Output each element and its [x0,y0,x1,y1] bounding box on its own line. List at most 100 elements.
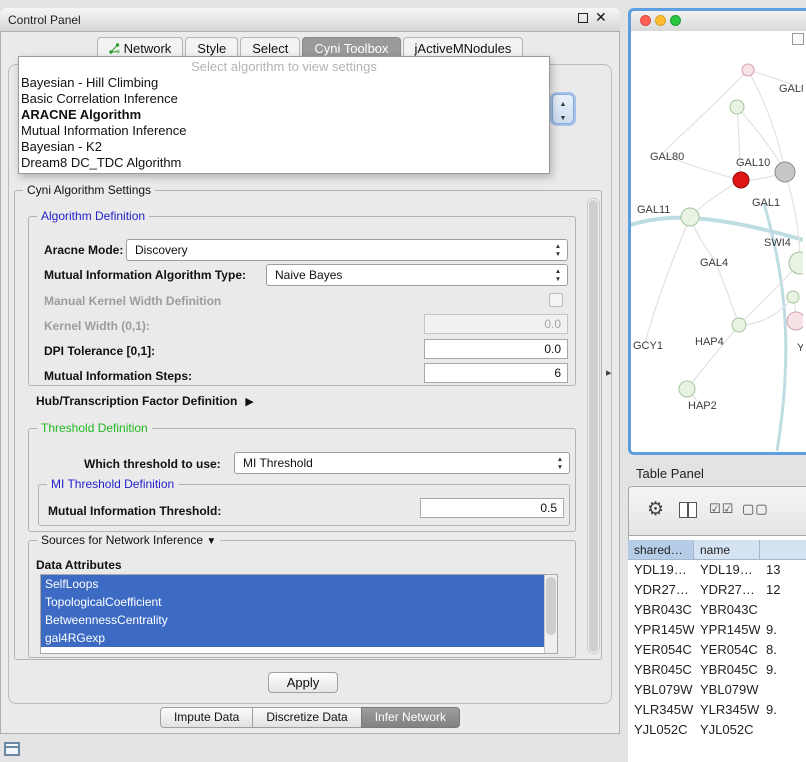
close-window-icon[interactable]: ✕ [595,10,607,24]
table-header-cell[interactable]: shared… [628,540,694,560]
sources-legend[interactable]: Sources for Network Inference ▼ [37,533,220,547]
minimized-panel-icon[interactable] [4,742,20,756]
minimize-traffic-light[interactable] [655,15,666,26]
table-cell: YDL19… [694,560,760,580]
algorithm-option[interactable]: Dream8 DC_TDC Algorithm [19,155,549,171]
table-cell [760,600,806,620]
mi-threshold-input[interactable] [420,498,564,518]
attribute-list-item[interactable]: gal4RGexp [41,629,544,647]
network-node-label: GAL8 [779,83,803,95]
combo-up-icon: ▲ [553,100,573,109]
settings-scrollbar[interactable] [587,198,600,654]
table-row[interactable]: YJL052CYJL052C [628,720,806,740]
aracne-mode-select[interactable]: Discovery ▲▼ [126,239,568,261]
network-canvas[interactable]: GAL8GAL80GAL10GAL11GAL1SWI4GAL4GCY1HAP4Y… [631,31,806,452]
network-node-label: HAP2 [688,400,717,412]
tab-label: Style [197,41,226,56]
combo-arrows-icon: ▲▼ [553,268,563,284]
table-cell: 12 [760,580,806,600]
control-panel-titlebar[interactable]: Control Panel [0,8,620,32]
table-cell: YLR345W [694,700,760,720]
table-row[interactable]: YLR345WYLR345W9. [628,700,806,720]
attribute-list-scrollbar-thumb[interactable] [546,577,556,635]
table-cell: 8. [760,640,806,660]
algorithm-option[interactable]: Basic Correlation Inference [19,91,549,107]
network-window-titlebar[interactable] [631,11,806,32]
columns-icon[interactable] [679,502,697,518]
bottom-tab-bar: Impute DataDiscretize DataInfer Network [0,707,620,729]
tab-label: jActiveMNodules [415,41,512,56]
table-cell: YJL052C [628,720,694,740]
float-window-icon[interactable] [578,13,588,23]
tab-jactivemnodules[interactable]: jActiveMNodules [403,37,524,58]
network-edge [785,172,800,263]
close-traffic-light[interactable] [640,15,651,26]
network-edge [716,263,739,325]
table-cell: YBR045C [694,660,760,680]
table-cell: YBR043C [694,600,760,620]
birdseye-toggle[interactable] [792,33,804,45]
attribute-list-scrollbar[interactable] [544,575,557,653]
table-row[interactable]: YER054CYER054C8. [628,640,806,660]
table-header-cell[interactable] [760,540,806,560]
deselect-all-icon[interactable]: ▢▢ [742,501,769,517]
attribute-list[interactable]: SelfLoopsTopologicalCoefficientBetweenne… [40,574,558,654]
mi-type-select[interactable]: Naive Bayes ▲▼ [266,264,568,286]
algorithm-option[interactable]: Bayesian - K2 [19,139,549,155]
algorithm-definition-legend: Algorithm Definition [37,209,149,223]
tab-style[interactable]: Style [185,37,238,58]
apply-button[interactable]: Apply [268,672,338,693]
network-node[interactable] [679,381,695,397]
mi-steps-input[interactable] [424,363,568,383]
tab-network[interactable]: Network [97,37,184,58]
bottom-tab-impute-data[interactable]: Impute Data [160,707,253,728]
table-cell: YLR345W [628,700,694,720]
tab-select[interactable]: Select [240,37,300,58]
manual-kernel-checkbox [549,293,563,307]
zoom-traffic-light[interactable] [670,15,681,26]
table-cell [760,720,806,740]
network-node-label: GAL1 [752,197,780,209]
network-node[interactable] [742,64,754,76]
dpi-tolerance-label: DPI Tolerance [0,1]: [44,344,155,358]
bottom-tab-discretize-data[interactable]: Discretize Data [252,707,361,728]
algorithm-option[interactable]: ARACNE Algorithm [19,107,549,123]
splitter-handle-icon[interactable]: ▸ [606,366,612,379]
table-row[interactable]: YPR145WYPR145W9. [628,620,806,640]
table-row[interactable]: YDL19…YDL19…13 [628,560,806,580]
dpi-tolerance-input[interactable] [424,339,568,359]
gear-icon[interactable]: ⚙ [647,498,664,521]
network-node[interactable] [681,208,699,226]
which-threshold-label: Which threshold to use: [84,457,221,471]
network-node[interactable] [733,172,749,188]
select-all-icon[interactable]: ☑☑ [709,501,734,517]
table-body: YDL19…YDL19…13YDR27…YDR27…12YBR043CYBR04… [628,560,806,762]
network-node[interactable] [775,162,795,182]
expand-arrow-icon: ▶ [245,396,253,408]
table-row[interactable]: YDR27…YDR27…12 [628,580,806,600]
network-node[interactable] [730,100,744,114]
attribute-list-item[interactable]: BetweennessCentrality [41,611,544,629]
network-node[interactable] [732,318,746,332]
attribute-list-item[interactable]: TopologicalCoefficient [41,593,544,611]
algorithm-combo-button[interactable]: ▲ ▼ [552,94,574,124]
bottom-tab-infer-network[interactable]: Infer Network [361,707,460,728]
network-node[interactable] [787,291,799,303]
table-row[interactable]: YBL079WYBL079W [628,680,806,700]
network-edge [645,217,690,343]
hub-definition-toggle[interactable]: Hub/Transcription Factor Definition▶ [36,394,254,408]
network-node-label: GAL11 [637,204,670,216]
algorithm-option[interactable]: Mutual Information Inference [19,123,549,139]
network-node[interactable] [789,252,803,274]
table-header-cell[interactable]: name [694,540,760,560]
table-row[interactable]: YBR043CYBR043C [628,600,806,620]
network-node[interactable] [787,312,803,330]
tab-cyni-toolbox[interactable]: Cyni Toolbox [302,37,400,58]
attribute-list-item[interactable]: SelfLoops [41,575,544,593]
table-cell: YJL052C [694,720,760,740]
settings-scrollbar-thumb[interactable] [589,200,598,652]
table-row[interactable]: YBR045CYBR045C9. [628,660,806,680]
algorithm-option[interactable]: Bayesian - Hill Climbing [19,75,549,91]
which-threshold-select[interactable]: MI Threshold ▲▼ [234,452,570,474]
table-cell: YBR043C [628,600,694,620]
